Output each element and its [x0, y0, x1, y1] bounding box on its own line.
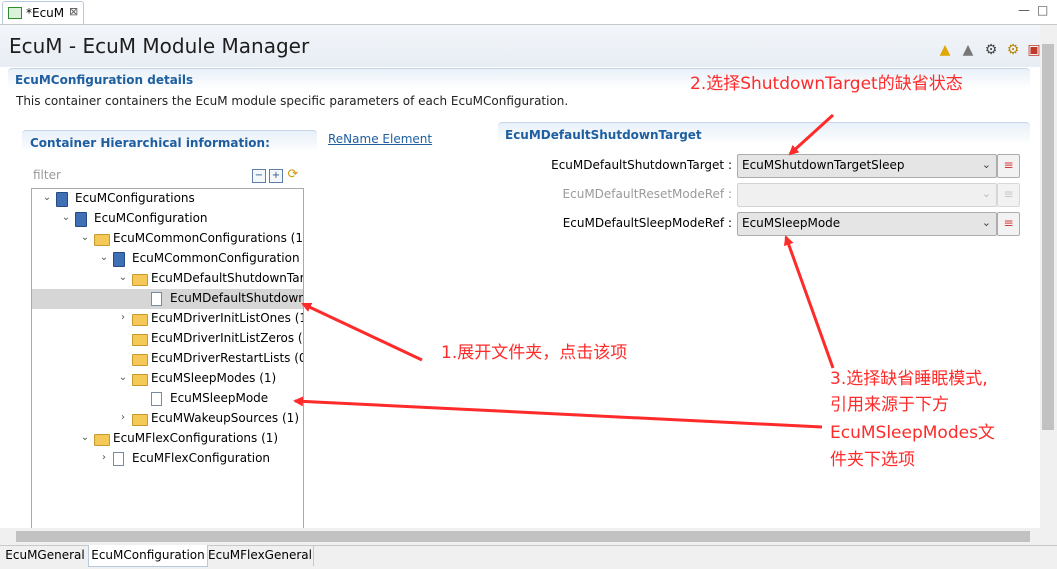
arrow-to-sleep-mode-combo: [783, 235, 835, 369]
annotation-step-1: 1.展开文件夹，点击该项: [441, 343, 628, 363]
annotation-step-3-line-2: 引用来源于下方: [830, 395, 949, 415]
annotation-step-3-line-1: 3.选择缺省睡眠模式,: [830, 369, 988, 389]
annotation-step-2: 2.选择ShutdownTarget的缺省状态: [690, 74, 963, 94]
annotation-step-3-line-3: EcuMSleepModes文: [830, 423, 995, 443]
arrow-to-default-shutdown: [301, 302, 423, 362]
arrow-to-sleep-mode-item: [293, 396, 823, 429]
annotation-step-3-line-4: 件夹下选项: [830, 450, 915, 470]
arrow-to-shutdown-combo: [788, 113, 835, 156]
